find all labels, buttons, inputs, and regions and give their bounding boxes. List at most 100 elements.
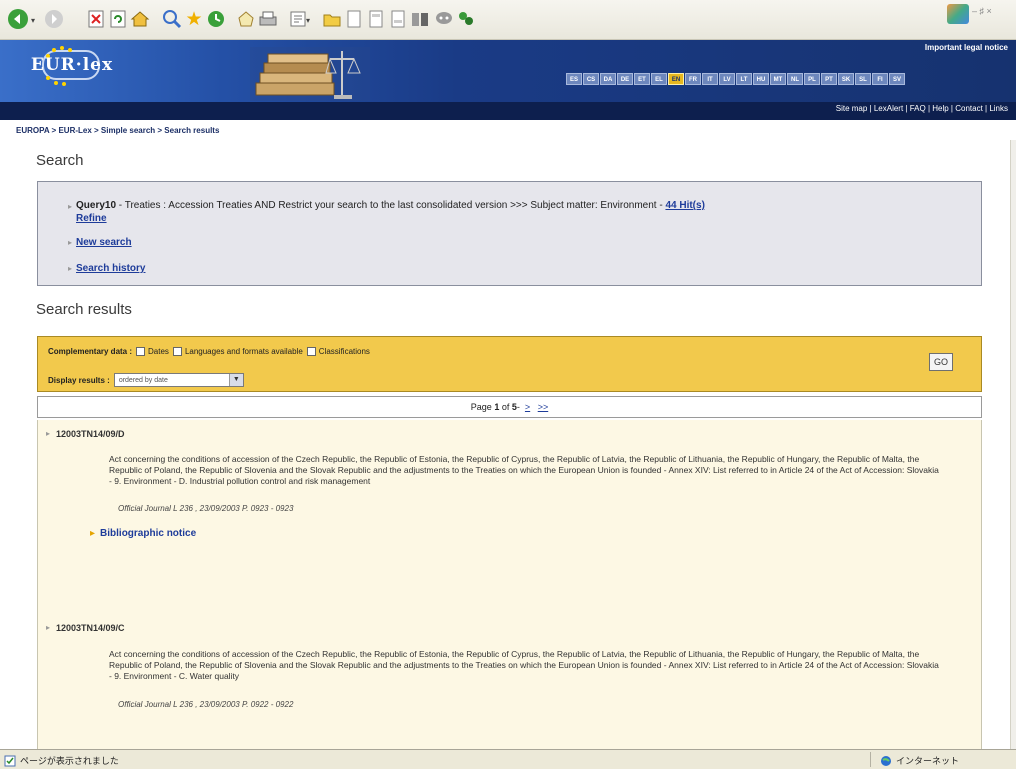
folder-icon[interactable] [320,7,344,31]
page-of: of [501,402,510,412]
eurlex-logo[interactable]: EUR·lex [16,46,128,86]
research-icon[interactable] [408,7,432,31]
page-done-icon [4,755,16,766]
language-et-button[interactable]: ET [634,73,650,85]
display-order-select[interactable]: ordered by date ▼ [113,373,244,387]
language-selector: ES CS DA DE ET EL EN FR IT LV LT HU MT NL PL PT SK SL FI SV [566,73,905,85]
browser-toolbar: ▾ ★ ▾ – ♯ × [0,0,1016,40]
mail-icon[interactable] [234,7,258,31]
language-en-button[interactable]: EN [668,73,684,85]
eurlex-banner: EUR·lex Important legal notice ES CS DA DE E… [0,40,1016,120]
language-da-button[interactable]: DA [600,73,616,85]
print-icon[interactable] [256,7,280,31]
dates-label: Dates [148,347,169,356]
current-page: 1 [494,402,500,412]
status-zone: インターネット [880,754,959,767]
results-list: ▸ 12003TN14/09/D Act concerning the condi… [37,420,982,749]
top-links[interactable]: Site map | LexAlert | FAQ | Help | Conta… [836,104,1008,113]
status-text: ページが表示されました [20,756,119,766]
query-line: ▸ Query10 - Treaties : Accession Treatie… [68,200,705,224]
zone-text: インターネット [896,756,960,766]
display-order-value: ordered by date [118,376,168,384]
language-lt-button[interactable]: LT [736,73,752,85]
globe-icon [881,755,891,766]
search-icon[interactable] [160,7,184,31]
language-hu-button[interactable]: HU [753,73,769,85]
banner-background [0,40,1016,102]
result-journal: Official Journal L 236 , 23/09/2003 P. 0… [118,700,294,709]
last-page-link[interactable]: >> [538,402,549,412]
arrow-right-icon: ▸ [90,528,96,539]
results-section-title: Search results [36,301,132,318]
classifications-label: Classifications [318,347,370,356]
refine-link[interactable]: Refine [76,213,107,224]
result-text: Act concerning the conditions of accessi… [109,454,939,486]
vertical-scrollbar[interactable] [1010,140,1016,749]
language-fi-button[interactable]: FI [872,73,888,85]
language-el-button[interactable]: EL [651,73,667,85]
bibliographic-notice-link[interactable]: ▸ Bibliographic notice [90,528,196,539]
result-id[interactable]: ▸ 12003TN14/09/D [46,429,125,439]
pagination: Page 1 of 5- > >> [37,396,982,418]
page-dash: - [516,402,520,412]
history-icon[interactable] [204,7,228,31]
forward-icon[interactable] [42,7,66,31]
search-history-line: ▸ Search history [68,263,146,274]
language-sl-button[interactable]: SL [855,73,871,85]
new-search-link[interactable]: New search [76,237,132,248]
status-left: ページが表示されました [4,754,119,767]
favorites-star-icon[interactable]: ★ [182,7,206,31]
status-bar: ページが表示されました インターネット [0,749,1016,769]
classifications-checkbox[interactable] [306,347,316,356]
page-icon-3[interactable] [386,7,410,31]
language-pl-button[interactable]: PL [804,73,820,85]
language-lv-button[interactable]: LV [719,73,735,85]
display-label: Display results : [48,375,110,385]
plugin-icon[interactable] [454,7,478,31]
hits-link[interactable]: 44 Hit(s) [665,200,704,211]
chevron-down-icon[interactable]: ▼ [228,374,243,386]
page-icon-1[interactable] [342,7,366,31]
breadcrumb[interactable]: EUROPA > EUR-Lex > Simple search > Searc… [16,126,219,135]
edit-dropdown-icon[interactable]: ▾ [306,16,310,25]
back-dropdown-icon[interactable]: ▾ [31,16,35,25]
result-journal: Official Journal L 236 , 23/09/2003 P. 0… [118,504,294,513]
books-and-scales-image [250,47,370,101]
query-text: - Treaties : Accession Treaties AND Rest… [116,200,666,211]
search-history-link[interactable]: Search history [76,263,145,274]
language-cs-button[interactable]: CS [583,73,599,85]
page-content: Search ▸ Query10 - Treaties : Accession … [0,140,1016,749]
languages-checkbox[interactable] [172,347,182,356]
refresh-icon[interactable] [106,7,130,31]
go-button[interactable]: GO [929,353,953,371]
search-query-box: ▸ Query10 - Treaties : Accession Treatie… [37,181,982,286]
result-id[interactable]: ▸ 12003TN14/09/C [46,623,125,633]
language-pt-button[interactable]: PT [821,73,837,85]
language-fr-button[interactable]: FR [685,73,701,85]
display-results-row: Display results : ordered by date ▼ [48,373,244,387]
languages-label: Languages and formats available [184,347,303,356]
complementary-label: Complementary data : [48,347,133,356]
stop-icon[interactable] [84,7,108,31]
window-controls-icon[interactable]: – ♯ × [972,6,1012,20]
new-search-line: ▸ New search [68,237,132,248]
dates-checkbox[interactable] [136,347,146,356]
legal-notice-link[interactable]: Important legal notice [925,43,1008,52]
next-page-link[interactable]: > [525,402,530,412]
home-icon[interactable] [128,7,152,31]
language-de-button[interactable]: DE [617,73,633,85]
page-icon-2[interactable] [364,7,388,31]
language-sv-button[interactable]: SV [889,73,905,85]
search-section-title: Search [36,152,84,169]
language-sk-button[interactable]: SK [838,73,854,85]
browser-window: ▾ ★ ▾ – ♯ × EUR·lex Important legal noti… [0,0,1016,769]
complementary-data-box: Complementary data : Dates Languages and… [37,336,982,392]
language-mt-button[interactable]: MT [770,73,786,85]
language-nl-button[interactable]: NL [787,73,803,85]
messenger-icon[interactable] [432,7,456,31]
language-it-button[interactable]: IT [702,73,718,85]
back-icon[interactable] [6,7,30,31]
language-es-button[interactable]: ES [566,73,582,85]
query-label: Query10 [76,200,117,211]
page-prefix: Page [470,402,492,412]
